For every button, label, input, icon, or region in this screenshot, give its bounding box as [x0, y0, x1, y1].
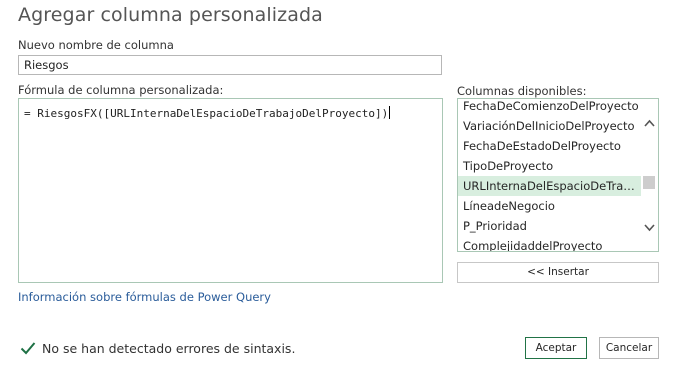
- column-list-item[interactable]: ComplejidaddelProyecto: [458, 236, 641, 251]
- accept-button[interactable]: Aceptar: [525, 337, 587, 359]
- column-list-item[interactable]: TipoDeProyecto: [458, 156, 641, 176]
- formula-text-line: = RiesgosFX([URLInternaDelEspacioDeTraba…: [24, 106, 391, 120]
- text-caret: [389, 106, 391, 119]
- scroll-up-icon[interactable]: [643, 117, 656, 130]
- column-list-item[interactable]: URLInternaDelEspacioDeTrabajoDelProyecto: [458, 176, 641, 196]
- available-columns-label: Columnas disponibles:: [457, 84, 587, 98]
- status-text: No se han detectado errores de sintaxis.: [42, 341, 296, 356]
- formula-text: = RiesgosFX([URLInternaDelEspacioDeTraba…: [24, 107, 389, 120]
- scroll-down-icon[interactable]: [643, 221, 656, 234]
- vertical-scrollbar[interactable]: [641, 99, 658, 251]
- dialog-title: Agregar columna personalizada: [18, 4, 323, 26]
- available-columns-list[interactable]: FechaDeComienzoDelProyecto VariaciónDelIn…: [457, 98, 659, 252]
- column-list-item[interactable]: LíneadeNegocio: [458, 196, 641, 216]
- checkmark-icon: [20, 342, 36, 355]
- insert-button[interactable]: << Insertar: [457, 262, 659, 283]
- column-list-item[interactable]: VariaciónDelInicioDelProyecto: [458, 116, 641, 136]
- column-name-label: Nuevo nombre de columna: [18, 38, 174, 52]
- column-list-item[interactable]: FechaDeEstadoDelProyecto: [458, 136, 641, 156]
- cancel-button[interactable]: Cancelar: [599, 337, 659, 359]
- column-list-item[interactable]: P_Prioridad: [458, 216, 641, 236]
- formula-editor[interactable]: = RiesgosFX([URLInternaDelEspacioDeTraba…: [18, 98, 443, 283]
- power-query-help-link[interactable]: Información sobre fórmulas de Power Quer…: [18, 290, 271, 304]
- formula-label: Fórmula de columna personalizada:: [18, 83, 224, 97]
- column-name-input[interactable]: [18, 55, 442, 75]
- available-columns-items: FechaDeComienzoDelProyecto VariaciónDelIn…: [458, 99, 641, 251]
- scrollbar-thumb[interactable]: [643, 176, 655, 189]
- column-list-item[interactable]: FechaDeComienzoDelProyecto: [458, 99, 641, 116]
